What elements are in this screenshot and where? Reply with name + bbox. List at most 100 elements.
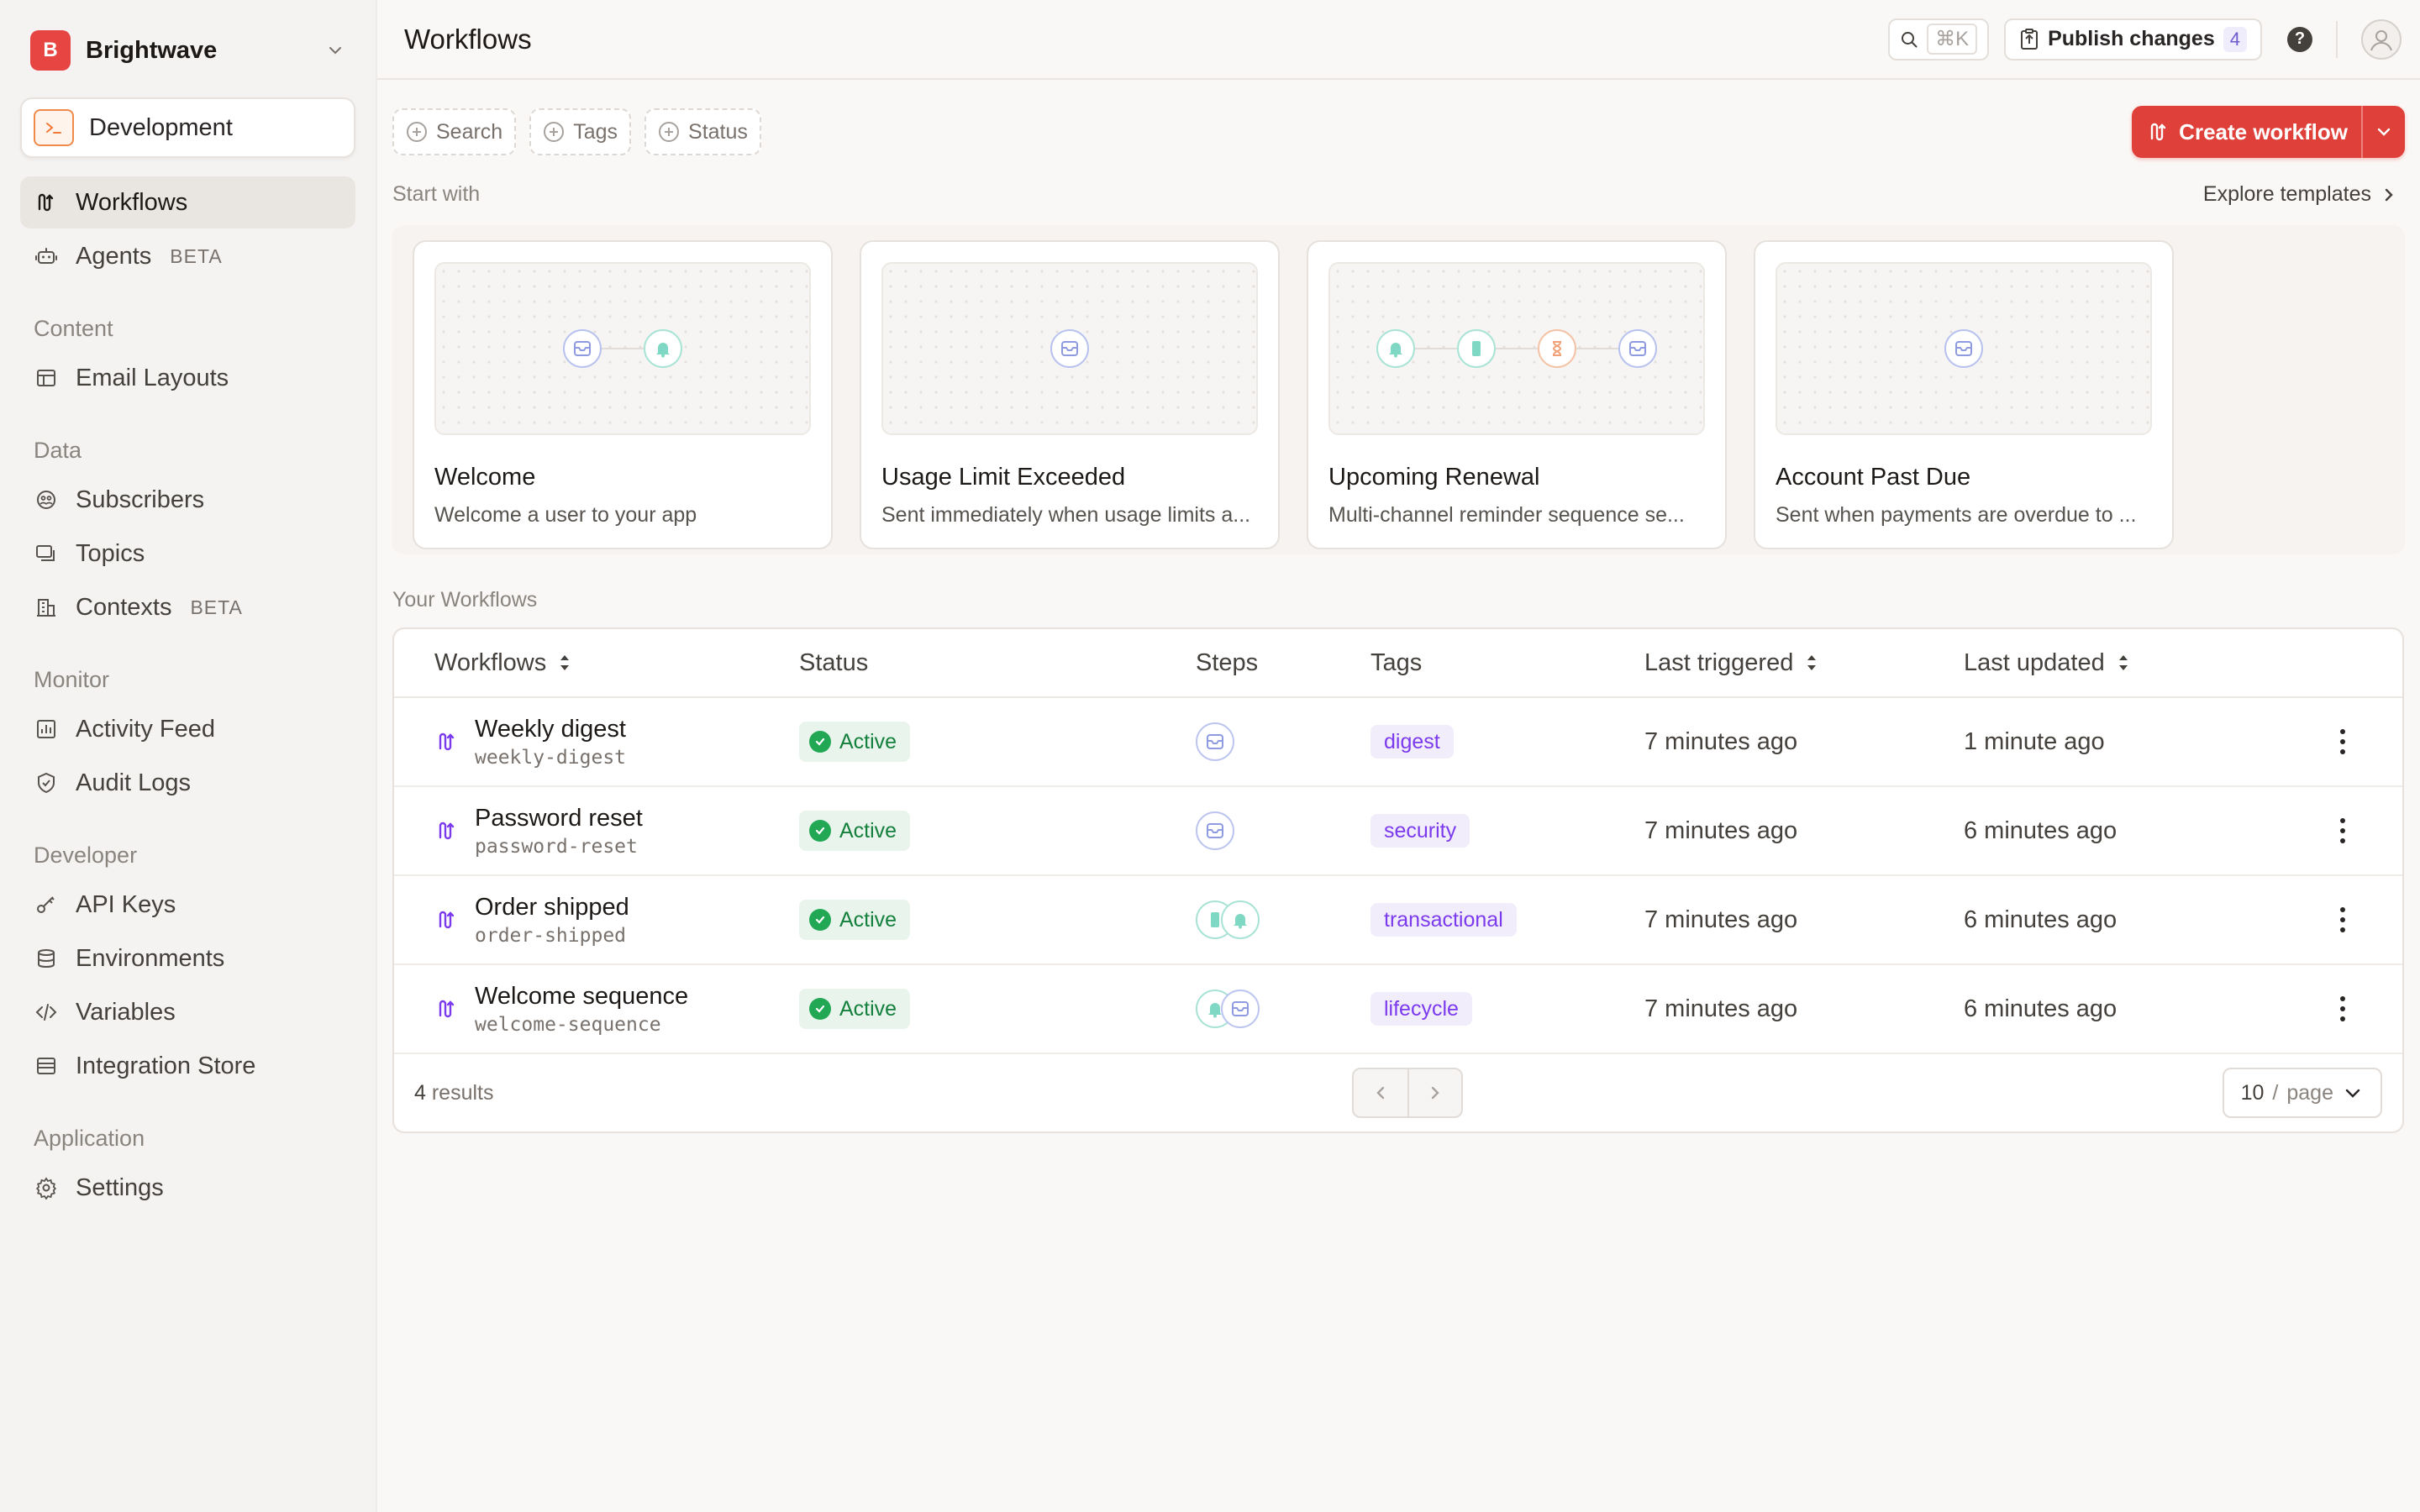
workflow-name[interactable]: Password reset — [475, 805, 643, 832]
column-header-tags: Tags — [1370, 648, 1423, 676]
topbar: Workflows ⌘K Publish changes 4 ? — [377, 0, 2420, 80]
sidebar-item-label: Email Layouts — [76, 364, 229, 391]
email-step-icon — [1618, 329, 1657, 368]
sidebar-item-agents[interactable]: Agents BETA — [20, 230, 355, 282]
layout-icon — [34, 365, 59, 391]
results-number: 4 — [414, 1080, 426, 1105]
bell-icon — [644, 329, 682, 368]
column-header-last-triggered[interactable]: Last triggered — [1644, 649, 1964, 677]
template-card-account-past-due[interactable]: Account Past Due Sent when payments are … — [1754, 240, 2174, 549]
template-card-usage-limit[interactable]: Usage Limit Exceeded Sent immediately wh… — [860, 240, 1280, 549]
email-step-icon — [1196, 811, 1234, 850]
pending-count-badge: 4 — [2223, 26, 2247, 52]
sidebar-item-label: Subscribers — [76, 486, 205, 513]
tag-badge: transactional — [1370, 903, 1517, 937]
command-search-button[interactable]: ⌘K — [1888, 18, 1990, 60]
sort-icon — [560, 655, 570, 670]
key-icon — [34, 892, 59, 917]
column-label: Last updated — [1964, 648, 2105, 676]
workflow-icon — [434, 818, 460, 843]
beta-badge: BETA — [190, 596, 243, 618]
column-header-status: Status — [799, 648, 869, 676]
column-label: Workflows — [434, 648, 547, 676]
template-description: Multi-channel reminder sequence se... — [1328, 503, 1685, 527]
workflow-name[interactable]: Welcome sequence — [475, 983, 688, 1011]
workflow-icon — [434, 996, 460, 1021]
table-row[interactable]: Order shipped order-shipped Active trans… — [394, 876, 2402, 965]
sidebar-item-variables[interactable]: Variables — [20, 986, 355, 1038]
sidebar-item-activity-feed[interactable]: Activity Feed — [20, 703, 355, 755]
filter-status[interactable]: Status — [644, 108, 761, 155]
topics-icon — [34, 541, 59, 566]
workflow-icon — [34, 190, 59, 215]
chevron-right-icon — [1431, 1086, 1439, 1100]
plus-circle-icon — [407, 122, 427, 142]
email-step-icon — [1944, 329, 1983, 368]
workflow-name[interactable]: Order shipped — [475, 894, 629, 921]
help-icon[interactable]: ? — [2287, 26, 2312, 52]
sidebar-item-settings[interactable]: Settings — [20, 1162, 355, 1214]
environment-label: Development — [89, 113, 233, 141]
status-badge: Active — [799, 722, 911, 762]
next-page-button[interactable] — [1407, 1069, 1461, 1116]
more-options-icon[interactable] — [2339, 729, 2346, 754]
page-size-separator: / — [2272, 1080, 2279, 1105]
sidebar-item-workflows[interactable]: Workflows — [20, 176, 355, 228]
create-workflow-main[interactable]: Create workflow — [2132, 106, 2361, 158]
sidebar-item-email-layouts[interactable]: Email Layouts — [20, 352, 355, 404]
sort-icon — [2118, 655, 2128, 670]
workflow-name[interactable]: Weekly digest — [475, 716, 626, 743]
status-label: Active — [839, 996, 897, 1021]
last-updated: 6 minutes ago — [1964, 906, 2118, 933]
chevron-left-icon — [1376, 1086, 1385, 1100]
bell-icon — [1376, 329, 1415, 368]
sidebar-item-audit-logs[interactable]: Audit Logs — [20, 757, 355, 809]
more-options-icon[interactable] — [2339, 818, 2346, 843]
create-workflow-dropdown[interactable] — [2361, 106, 2405, 158]
sidebar-item-integration-store[interactable]: Integration Store — [20, 1040, 355, 1092]
page-title: Workflows — [404, 23, 532, 55]
robot-icon — [34, 244, 59, 269]
status-label: Active — [839, 729, 897, 753]
explore-templates-link[interactable]: Explore templates — [2203, 182, 2396, 207]
sidebar-item-contexts[interactable]: Contexts BETA — [20, 581, 355, 633]
template-preview — [881, 262, 1258, 435]
publish-icon — [2021, 28, 2039, 50]
filter-search[interactable]: Search — [392, 108, 517, 155]
filter-tags[interactable]: Tags — [529, 108, 632, 155]
tag-badge: security — [1370, 814, 1470, 848]
page-size-select[interactable]: 10 / page — [2222, 1068, 2382, 1118]
previous-page-button[interactable] — [1354, 1069, 1407, 1116]
check-icon — [809, 909, 831, 931]
section-title-monitor: Monitor — [34, 667, 110, 692]
last-triggered: 7 minutes ago — [1644, 727, 1798, 755]
table-row[interactable]: Weekly digest weekly-digest Active diges… — [394, 698, 2402, 787]
check-icon — [809, 820, 831, 842]
template-card-welcome[interactable]: Welcome Welcome a user to your app — [413, 240, 833, 549]
create-workflow-button[interactable]: Create workflow — [2132, 106, 2405, 158]
last-triggered: 7 minutes ago — [1644, 906, 1798, 933]
more-options-icon[interactable] — [2339, 996, 2346, 1021]
sidebar-item-subscribers[interactable]: Subscribers — [20, 474, 355, 526]
hourglass-icon — [1538, 329, 1576, 368]
plus-circle-icon — [659, 122, 680, 142]
org-switcher[interactable]: B Brightwave — [20, 25, 355, 76]
sidebar-item-topics[interactable]: Topics — [20, 528, 355, 580]
sidebar-item-label: Agents — [76, 242, 152, 270]
sidebar-item-environments[interactable]: Environments — [20, 932, 355, 984]
section-title-application: Application — [34, 1126, 145, 1151]
sort-icon — [1807, 655, 1817, 670]
publish-changes-button[interactable]: Publish changes 4 — [2004, 18, 2262, 60]
avatar[interactable] — [2361, 18, 2402, 60]
more-options-icon[interactable] — [2339, 907, 2346, 932]
last-updated: 6 minutes ago — [1964, 816, 2118, 844]
template-card-upcoming-renewal[interactable]: Upcoming Renewal Multi-channel reminder … — [1307, 240, 1727, 549]
gear-icon — [34, 1175, 59, 1200]
column-header-workflows[interactable]: Workflows — [394, 649, 799, 677]
sidebar-item-api-keys[interactable]: API Keys — [20, 879, 355, 931]
sidebar-item-label: Variables — [76, 998, 176, 1026]
table-row[interactable]: Welcome sequence welcome-sequence Active… — [394, 965, 2402, 1054]
environment-switcher[interactable]: Development — [20, 97, 355, 158]
table-row[interactable]: Password reset password-reset Active sec… — [394, 787, 2402, 876]
column-header-last-updated[interactable]: Last updated — [1964, 649, 2283, 677]
